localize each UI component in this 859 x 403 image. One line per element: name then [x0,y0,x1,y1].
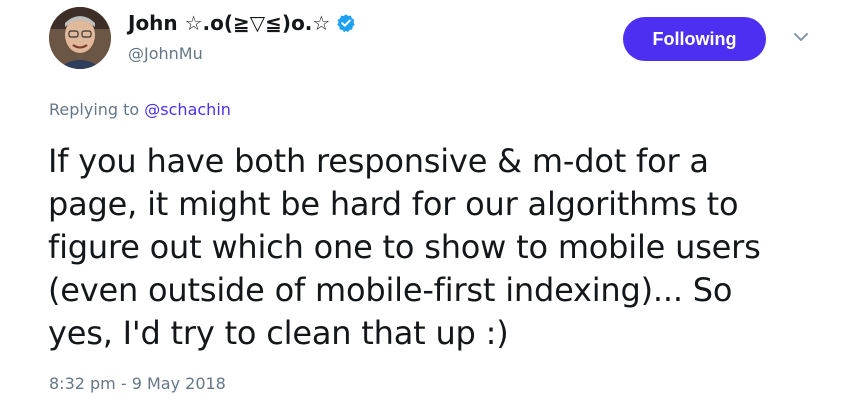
tweet-text-line: If you have both responsive & m-dot for … [48,142,709,180]
chevron-down-icon[interactable] [792,28,810,46]
tweet-text-line: figure out which one to show to mobile u… [48,228,761,266]
reply-prefix: Replying to [49,100,140,119]
author-handle[interactable]: @JohnMu [128,44,356,63]
author-block: John ☆.o(≧▽≦)o.☆ @JohnMu [128,8,356,63]
tweet-text-line: page, it might be hard for our algorithm… [48,185,739,223]
tweet-text: If you have both responsive & m-dot for … [48,140,838,355]
tweet-card: John ☆.o(≧▽≦)o.☆ @JohnMu Following Reply… [0,0,859,403]
avatar[interactable] [49,7,111,69]
tweet-text-line: yes, I'd try to clean that up :) [48,314,509,352]
display-name-row: John ☆.o(≧▽≦)o.☆ [128,8,356,38]
tweet-timestamp[interactable]: 8:32 pm - 9 May 2018 [49,374,226,393]
reply-context: Replying to @schachin [49,100,231,119]
reply-handle-link[interactable]: @schachin [144,100,231,119]
tweet-text-line: (even outside of mobile-first indexing).… [48,271,733,309]
verified-badge-icon [336,13,356,33]
display-name[interactable]: John ☆.o(≧▽≦)o.☆ [128,11,330,35]
following-button[interactable]: Following [623,17,766,61]
